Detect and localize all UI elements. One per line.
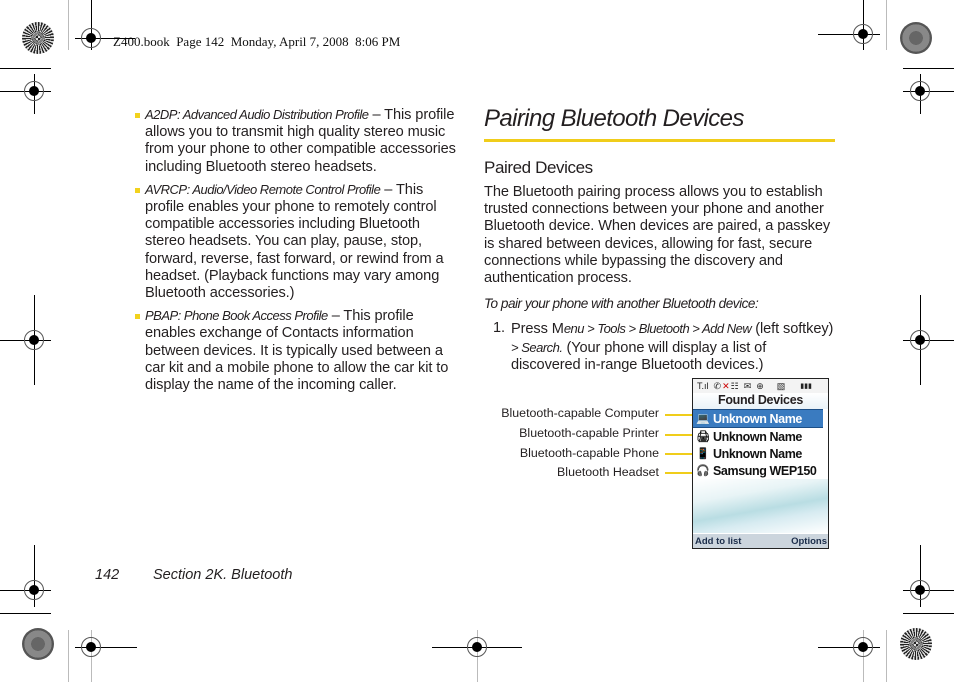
message-icon: ✉ (743, 380, 752, 391)
right-softkey-options[interactable]: Options (791, 536, 827, 547)
registration-dot (29, 86, 39, 96)
page-number: 142 (95, 567, 120, 583)
status-bar: T.ıl ✆ ✕ ☷ ✉ ⊕ ▧ ▮▮▮ (693, 379, 828, 393)
ringer-off-icon: ✕ (722, 380, 730, 391)
bluetooth-icon: ⊕ (756, 380, 764, 391)
title-rule (484, 139, 835, 142)
crop-line (886, 630, 887, 682)
registration-dot (29, 585, 39, 595)
intro-paragraph: The Bluetooth pairing process allows you… (484, 184, 831, 287)
menu-path: enu > Tools > Bluetooth > Add New (563, 321, 752, 337)
profile-term: PBAP: Phone Book Access Profile (145, 308, 328, 324)
device-name: Unknown Name (713, 411, 802, 426)
registration-dot (858, 29, 868, 39)
profile-item-a2dp: A2DP: Advanced Audio Distribution Profil… (132, 106, 462, 176)
left-softkey-add-to-list[interactable]: Add to list (695, 536, 741, 547)
battery-icon: ▮▮▮ (800, 383, 812, 390)
device-name: Samsung WEP150 (713, 463, 817, 478)
screen-title: Found Devices (693, 393, 828, 409)
device-item[interactable]: 🎧 Samsung WEP150 (693, 462, 828, 479)
registration-burst-icon (22, 628, 54, 660)
bullet-icon (135, 113, 140, 118)
bullet-icon (135, 314, 140, 320)
registration-dot (915, 585, 925, 595)
registration-dot (86, 33, 96, 43)
crop-line (886, 0, 887, 50)
computer-icon: 💻 (696, 413, 710, 425)
bullet-icon (135, 187, 140, 193)
profile-list: A2DP: Advanced Audio Distribution Profil… (132, 106, 462, 399)
registration-dot (29, 335, 39, 345)
pairing-section: Pairing Bluetooth Devices Paired Devices… (484, 100, 839, 374)
crop-line (903, 613, 954, 614)
step-text: (left softkey) (751, 321, 834, 338)
section-footer: Section 2K. Bluetooth (153, 567, 293, 583)
registration-burst-icon (22, 22, 54, 54)
section-title: Pairing Bluetooth Devices (484, 105, 744, 132)
step-1: 1. Press Menu > Tools > Bluetooth > Add … (484, 320, 839, 374)
registration-dot (858, 642, 868, 652)
callout-phone: Bluetooth-capable Phone (519, 446, 659, 460)
menu-icon: ☷ (730, 380, 739, 391)
phone-icon: 📱 (696, 448, 710, 460)
crop-line (68, 630, 69, 682)
profile-term: A2DP: Advanced Audio Distribution Profil… (145, 107, 369, 122)
registration-dot (915, 335, 925, 345)
registration-burst-icon (900, 628, 932, 660)
subsection-title: Paired Devices (484, 158, 593, 177)
step-number: 1. (493, 320, 505, 337)
device-item[interactable]: 🖨 Unknown Name (693, 428, 828, 445)
registration-dot (86, 642, 96, 652)
menu-path-search: > Search. (511, 339, 563, 355)
registration-dot (915, 86, 925, 96)
crop-line (903, 68, 954, 69)
signal-icon: T.ıl (697, 381, 709, 391)
device-item[interactable]: 📱 Unknown Name (693, 445, 828, 462)
sim-icon: ▧ (776, 380, 786, 391)
crop-line (0, 68, 51, 69)
crop-line (68, 0, 69, 50)
wallpaper (693, 479, 828, 533)
roaming-icon: ✆ (713, 380, 722, 391)
device-item-selected[interactable]: 💻 Unknown Name (693, 409, 823, 428)
phone-screen-figure: T.ıl ✆ ✕ ☷ ✉ ⊕ ▧ ▮▮▮ Found Devices 💻 Unk… (692, 378, 829, 549)
print-header: Z400.book Page 142 Monday, April 7, 2008… (113, 34, 401, 49)
headset-icon: 🎧 (696, 465, 710, 477)
profile-item-avrcp: AVRCP: Audio/Video Remote Control Profil… (132, 181, 462, 302)
dash: – (380, 181, 396, 198)
device-name: Unknown Name (713, 446, 802, 461)
callout-printer: Bluetooth-capable Printer (519, 426, 659, 440)
registration-dot (472, 642, 482, 652)
crop-line (0, 613, 51, 614)
callout-leader-line (665, 434, 695, 436)
instruction-heading: To pair your phone with another Bluetoot… (484, 296, 759, 312)
profile-item-pbap: PBAP: Phone Book Access Profile – This p… (132, 307, 462, 394)
step-text: Press M (511, 321, 564, 338)
softkey-bar: Add to list Options (693, 534, 828, 548)
callout-leader-line (665, 414, 695, 416)
callout-headset: Bluetooth Headset (557, 465, 659, 479)
dash: – (368, 107, 385, 123)
profile-term: AVRCP: Audio/Video Remote Control Profil… (145, 181, 381, 197)
callout-leader-line (665, 472, 695, 474)
registration-burst-icon (900, 22, 932, 54)
dash: – (327, 308, 344, 325)
callout-computer: Bluetooth-capable Computer (501, 406, 659, 420)
printer-icon: 🖨 (696, 431, 710, 443)
device-name: Unknown Name (713, 429, 802, 444)
callout-leader-line (665, 453, 695, 455)
profile-description: This profile enables your phone to remot… (145, 181, 444, 302)
